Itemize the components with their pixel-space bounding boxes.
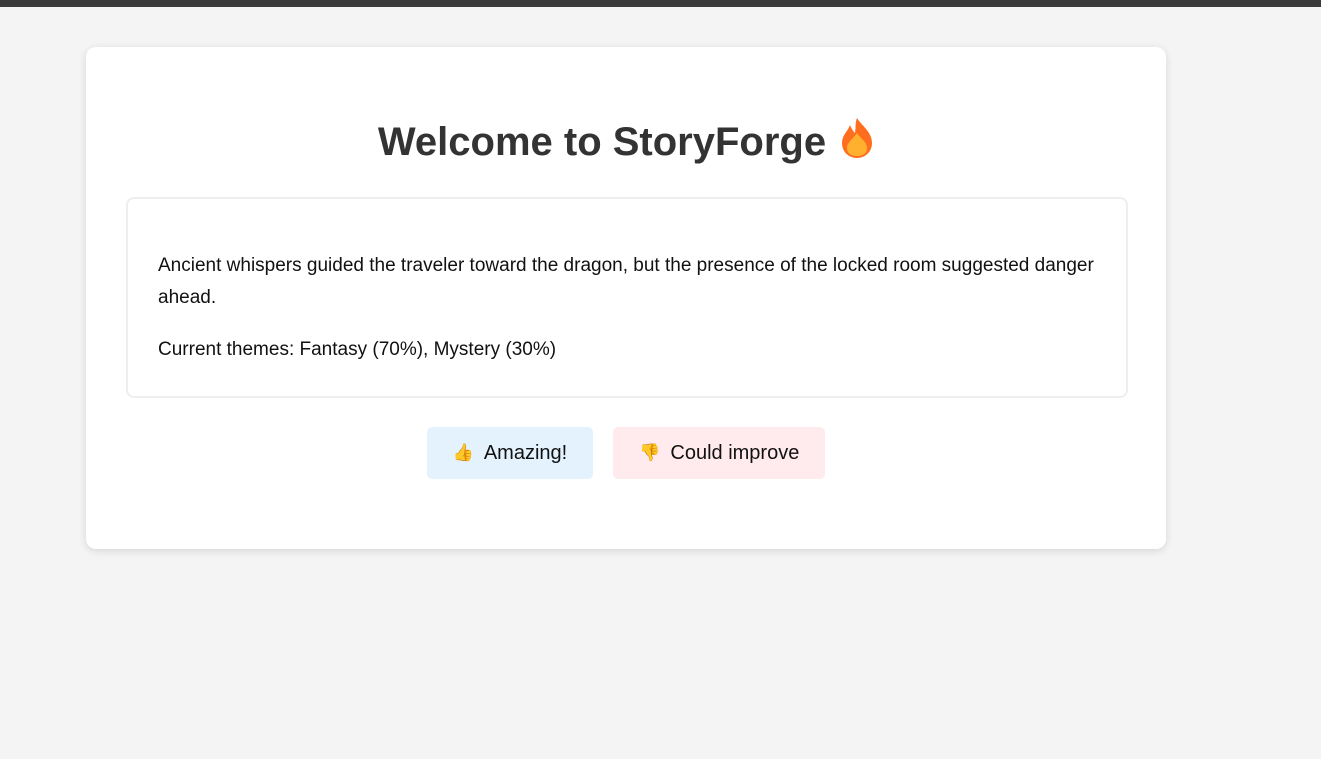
story-text: Ancient whispers guided the traveler tow… xyxy=(158,255,1094,308)
thumbs-up-icon: 👍 xyxy=(452,443,474,462)
fire-icon xyxy=(842,118,873,158)
browser-top-bar xyxy=(0,0,1321,7)
amazing-label: Amazing! xyxy=(483,441,568,464)
thumbs-down-icon: 👎 xyxy=(639,443,661,462)
main-card: Welcome to StoryForge Ancient whispers g… xyxy=(86,47,1166,549)
page-title-text: Welcome to StoryForge xyxy=(377,120,827,164)
feedback-buttons: 👍 Amazing! 👎 Could improve xyxy=(86,427,1166,479)
story-box: Ancient whispers guided the traveler tow… xyxy=(126,197,1128,398)
could-improve-button[interactable]: 👎 Could improve xyxy=(613,427,826,479)
themes-text: Current themes: Fantasy (70%), Mystery (… xyxy=(158,339,557,360)
could-improve-label: Could improve xyxy=(670,441,800,464)
page-title: Welcome to StoryForge xyxy=(86,117,1166,167)
amazing-button[interactable]: 👍 Amazing! xyxy=(426,427,594,479)
